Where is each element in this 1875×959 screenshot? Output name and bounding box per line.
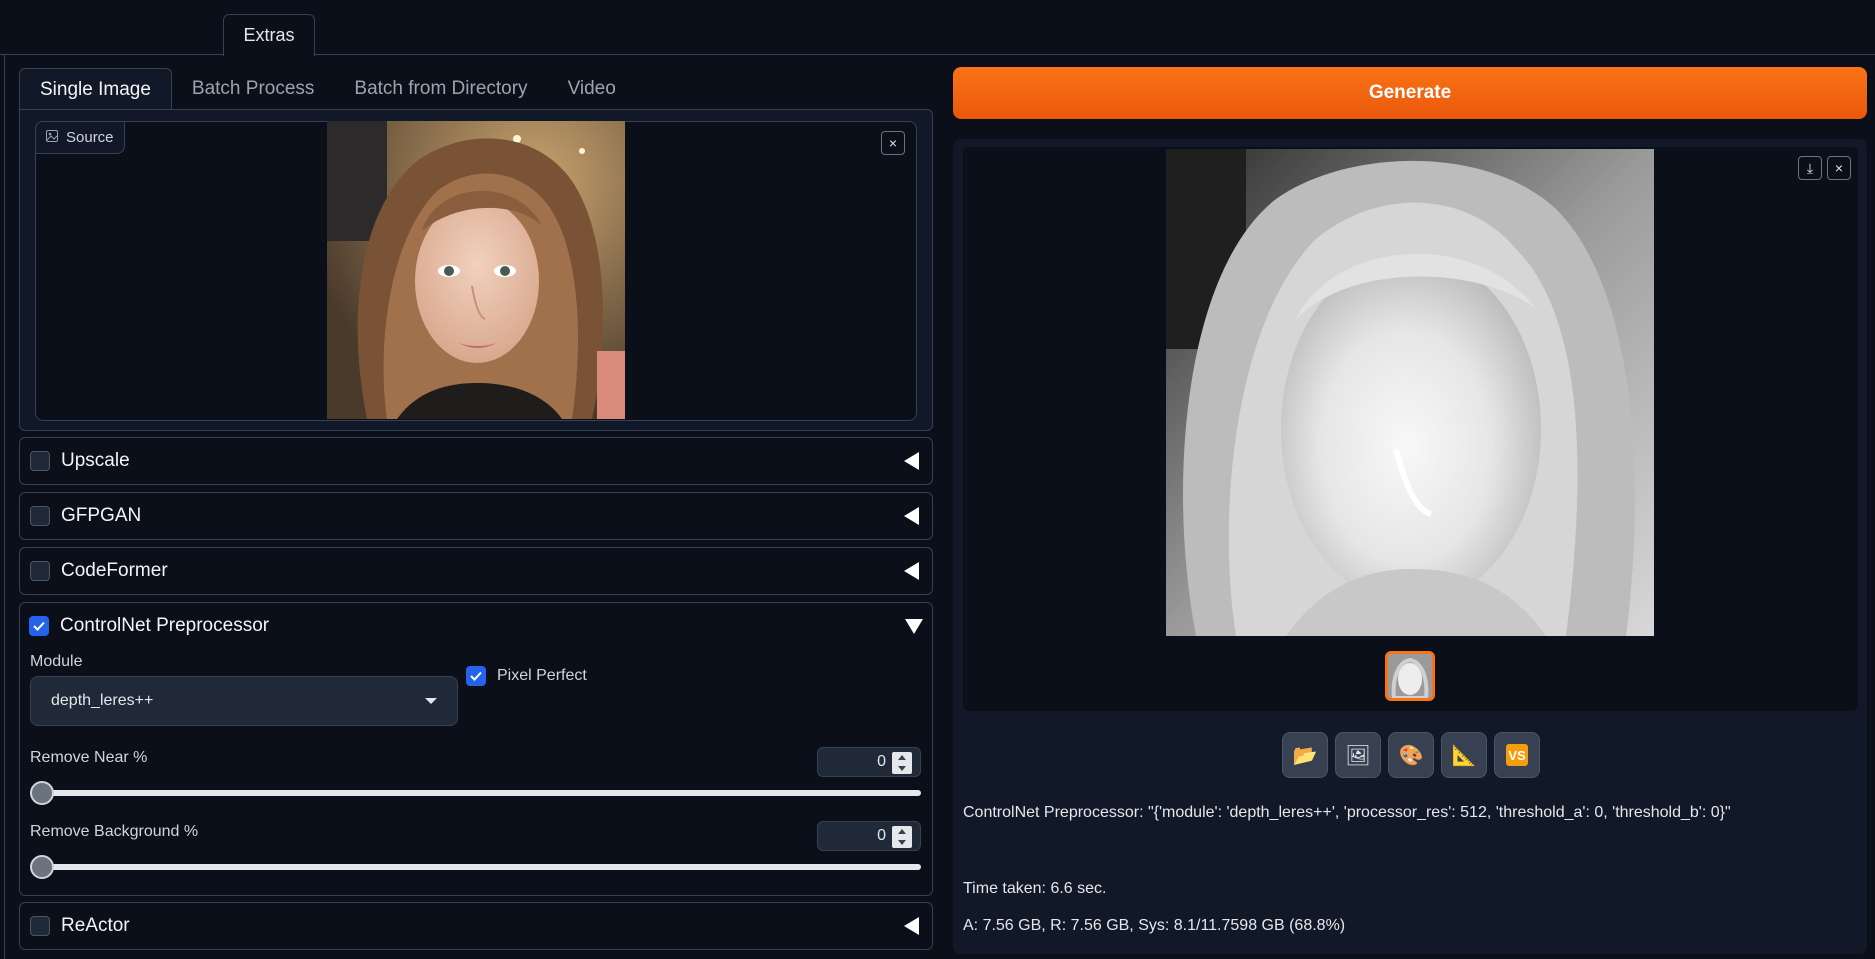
- accordion-title: CodeFormer: [61, 560, 168, 581]
- collapse-arrow-icon[interactable]: [904, 452, 919, 470]
- module-label: Module: [30, 653, 83, 670]
- module-dropdown[interactable]: depth_leres++: [30, 676, 458, 726]
- time-taken: Time taken: 6.6 sec.: [963, 880, 1107, 897]
- vs-icon: VS: [1506, 744, 1528, 766]
- stepper-icon[interactable]: [892, 752, 912, 774]
- subtab-video[interactable]: Video: [548, 68, 636, 110]
- vs-button[interactable]: VS: [1494, 732, 1540, 778]
- palette-icon: 🎨: [1398, 744, 1424, 767]
- remove-near-input[interactable]: 0: [817, 747, 921, 777]
- subtab-batch-process[interactable]: Batch Process: [172, 68, 335, 110]
- open-folder-button[interactable]: 📂: [1282, 732, 1328, 778]
- pixel-perfect-option[interactable]: Pixel Perfect: [466, 666, 587, 686]
- accordion-reactor[interactable]: ReActor: [19, 902, 933, 950]
- collapse-arrow-icon[interactable]: [904, 917, 919, 935]
- expand-arrow-icon[interactable]: [905, 618, 923, 634]
- upscale-checkbox[interactable]: [30, 451, 50, 471]
- accordion-gfpgan[interactable]: GFPGAN: [19, 492, 933, 540]
- controlnet-panel: [19, 602, 933, 896]
- download-button[interactable]: ⤓: [1798, 156, 1822, 180]
- remove-bg-slider-track[interactable]: [41, 864, 921, 870]
- module-value: depth_leres++: [51, 692, 154, 709]
- generate-button[interactable]: Generate: [953, 67, 1867, 119]
- close-icon: ×: [888, 135, 898, 151]
- accordion-title: Upscale: [61, 450, 130, 471]
- send-to-img2img-button[interactable]: 🖼: [1335, 732, 1381, 778]
- accordion-title: ReActor: [61, 915, 130, 936]
- collapse-arrow-icon[interactable]: [904, 562, 919, 580]
- download-icon: ⤓: [1806, 159, 1814, 176]
- accordion-upscale[interactable]: Upscale: [19, 437, 933, 485]
- subtab-single-image[interactable]: Single Image: [19, 68, 172, 110]
- source-photo: [327, 121, 625, 419]
- accordion-codeformer[interactable]: CodeFormer: [19, 547, 933, 595]
- pixel-perfect-checkbox[interactable]: [466, 666, 486, 686]
- remove-near-label: Remove Near %: [30, 749, 148, 766]
- controlnet-checkbox[interactable]: [29, 616, 49, 636]
- accordion-title: ControlNet Preprocessor: [60, 615, 270, 636]
- remove-bg-input[interactable]: 0: [817, 821, 921, 851]
- subtab-batch-from-directory[interactable]: Batch from Directory: [334, 68, 547, 110]
- output-close-button[interactable]: ×: [1827, 156, 1851, 180]
- close-icon: ×: [1834, 160, 1844, 176]
- image-icon: [46, 129, 58, 146]
- reactor-checkbox[interactable]: [30, 916, 50, 936]
- check-icon: [470, 671, 482, 681]
- generation-info: ControlNet Preprocessor: "{'module': 'de…: [963, 804, 1731, 821]
- send-to-inpaint-button[interactable]: 🎨: [1388, 732, 1434, 778]
- output-thumbnail[interactable]: [1385, 651, 1435, 701]
- ruler-icon: 📐: [1451, 744, 1477, 767]
- source-close-button[interactable]: ×: [881, 131, 905, 155]
- remove-bg-label: Remove Background %: [30, 823, 199, 840]
- send-to-extras-button[interactable]: 📐: [1441, 732, 1487, 778]
- tab-extras[interactable]: Extras: [223, 14, 315, 56]
- remove-near-slider-track[interactable]: [41, 790, 921, 796]
- remove-near-slider-handle[interactable]: [30, 781, 54, 805]
- source-label: Source: [35, 121, 125, 154]
- image-icon: 🖼: [1345, 744, 1371, 767]
- gfpgan-checkbox[interactable]: [30, 506, 50, 526]
- memory-usage: A: 7.56 GB, R: 7.56 GB, Sys: 8.1/11.7598…: [963, 917, 1346, 934]
- collapse-arrow-icon[interactable]: [904, 507, 919, 525]
- stepper-icon[interactable]: [892, 826, 912, 848]
- accordion-title: GFPGAN: [61, 505, 142, 526]
- remove-bg-slider-handle[interactable]: [30, 855, 54, 879]
- codeformer-checkbox[interactable]: [30, 561, 50, 581]
- pixel-perfect-label: Pixel Perfect: [497, 667, 587, 684]
- depth-map-image[interactable]: [1166, 149, 1654, 636]
- chevron-down-icon: [425, 698, 437, 704]
- folder-icon: 📂: [1292, 744, 1318, 767]
- controlnet-header[interactable]: ControlNet Preprocessor: [29, 615, 925, 637]
- subtab-bar: Single Image Batch Process Batch from Di…: [19, 68, 933, 110]
- check-icon: [33, 621, 45, 631]
